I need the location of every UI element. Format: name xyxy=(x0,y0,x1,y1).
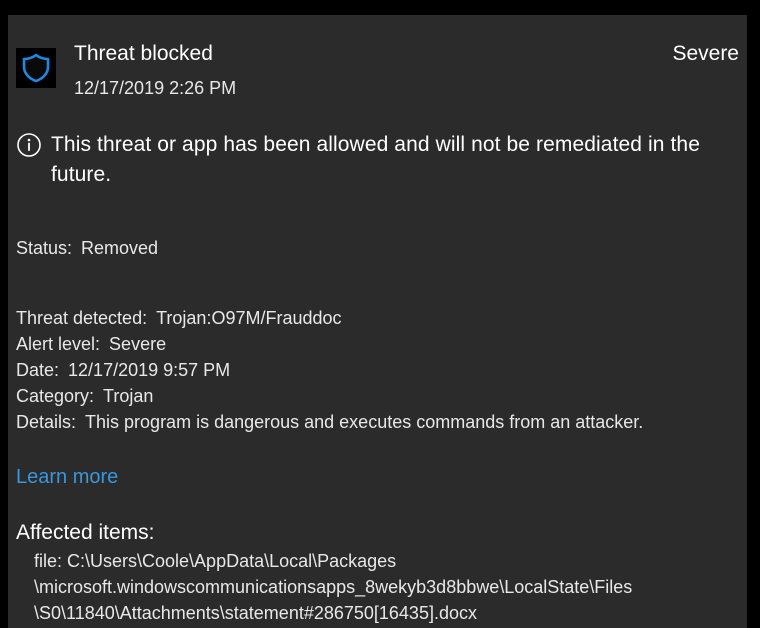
status-label: Status: xyxy=(16,238,73,258)
detail-row-alert-level: Alert level: Severe xyxy=(16,331,643,357)
detail-label: Alert level: xyxy=(16,334,101,354)
status-value: Removed xyxy=(81,238,159,258)
detail-value: Trojan:O97M/Frauddoc xyxy=(156,308,342,328)
learn-more-link[interactable]: Learn more xyxy=(16,463,118,491)
detail-label: Category: xyxy=(16,386,95,406)
affected-item-line: file: C:\Users\Coole\AppData\Local\Packa… xyxy=(34,551,397,571)
affected-item-line: \S0\11840\Attachments\statement#286750[1… xyxy=(34,603,477,623)
status-row: Status: Removed xyxy=(16,235,158,261)
affected-items-list: file: C:\Users\Coole\AppData\Local\Packa… xyxy=(34,548,632,626)
detail-value: Trojan xyxy=(103,386,154,406)
detail-row-details: Details: This program is dangerous and ex… xyxy=(16,409,643,435)
detail-row-threat: Threat detected: Trojan:O97M/Frauddoc xyxy=(16,305,643,331)
screen-background: Threat blocked Severe 12/17/2019 2:26 PM… xyxy=(0,0,760,628)
detail-row-date: Date: 12/17/2019 9:57 PM xyxy=(16,357,643,383)
detail-value: This program is dangerous and executes c… xyxy=(85,412,644,432)
threat-detail-panel: Threat blocked Severe 12/17/2019 2:26 PM… xyxy=(8,15,747,628)
shield-icon xyxy=(16,48,56,88)
allowed-notice: This threat or app has been allowed and … xyxy=(16,130,744,190)
info-icon xyxy=(17,133,41,157)
detail-label: Date: xyxy=(16,360,60,380)
detail-label: Details: xyxy=(16,412,77,432)
threat-timestamp: 12/17/2019 2:26 PM xyxy=(74,78,237,98)
affected-items-heading: Affected items: xyxy=(16,521,155,544)
detail-row-category: Category: Trojan xyxy=(16,383,643,409)
allowed-notice-text: This threat or app has been allowed and … xyxy=(51,133,700,186)
affected-item-line: \microsoft.windowscommunicationsapps_8we… xyxy=(34,577,633,597)
detail-label: Threat detected: xyxy=(16,308,148,328)
severity-label: Severe xyxy=(672,42,739,65)
detail-value: 12/17/2019 9:57 PM xyxy=(68,360,231,380)
threat-title: Threat blocked xyxy=(74,42,213,65)
threat-details: Threat detected: Trojan:O97M/Frauddoc Ale… xyxy=(16,305,643,435)
detail-value: Severe xyxy=(109,334,167,354)
